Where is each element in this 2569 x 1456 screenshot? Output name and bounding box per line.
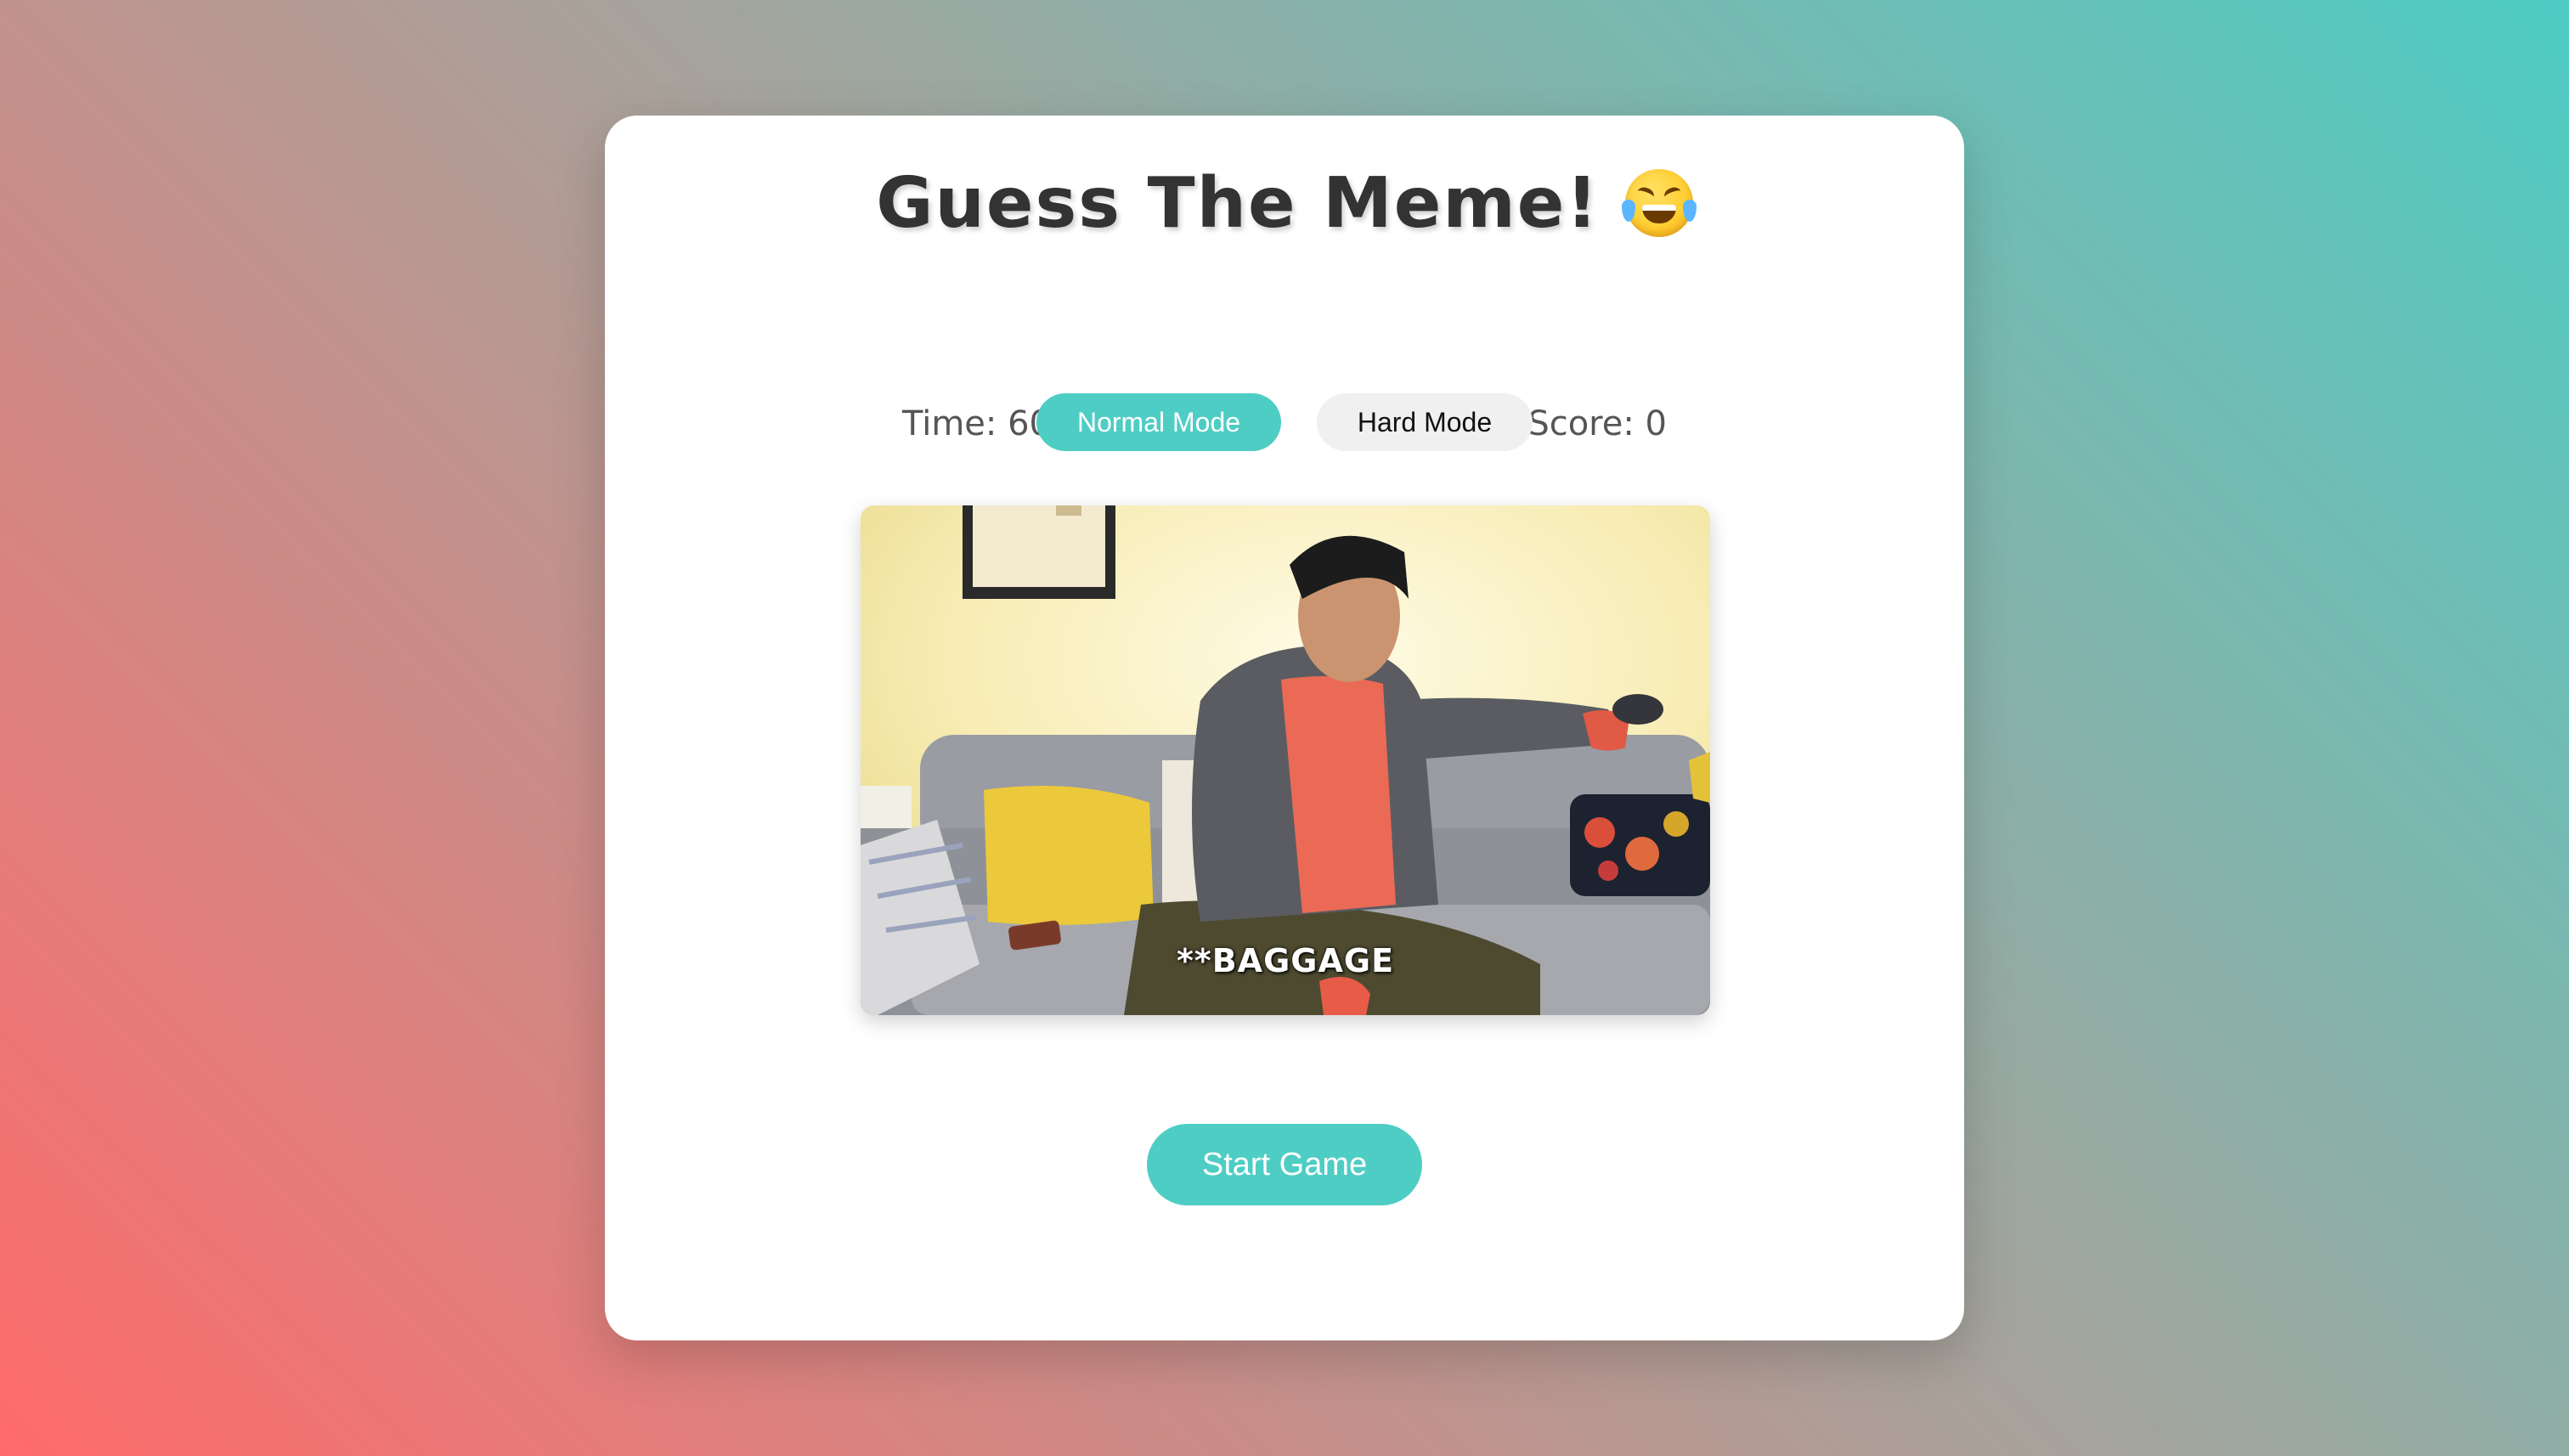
game-title-text: Guess The Meme! bbox=[876, 163, 1600, 244]
hard-mode-button[interactable]: Hard Mode bbox=[1317, 393, 1533, 451]
start-game-button[interactable]: Start Game bbox=[1147, 1124, 1422, 1205]
score-display: Score: 0 bbox=[1527, 404, 1667, 443]
laughing-emoji-icon bbox=[1621, 166, 1697, 251]
normal-mode-button[interactable]: Normal Mode bbox=[1036, 393, 1281, 451]
meme-image: **BAGGAGE bbox=[861, 505, 1710, 1015]
game-card: Guess The Meme! Time: 60s Score: 0 Norma… bbox=[605, 116, 1964, 1340]
meme-scene-illustration bbox=[861, 505, 1710, 1015]
game-title: Guess The Meme! bbox=[605, 161, 1964, 251]
meme-caption: **BAGGAGE bbox=[1176, 942, 1395, 979]
